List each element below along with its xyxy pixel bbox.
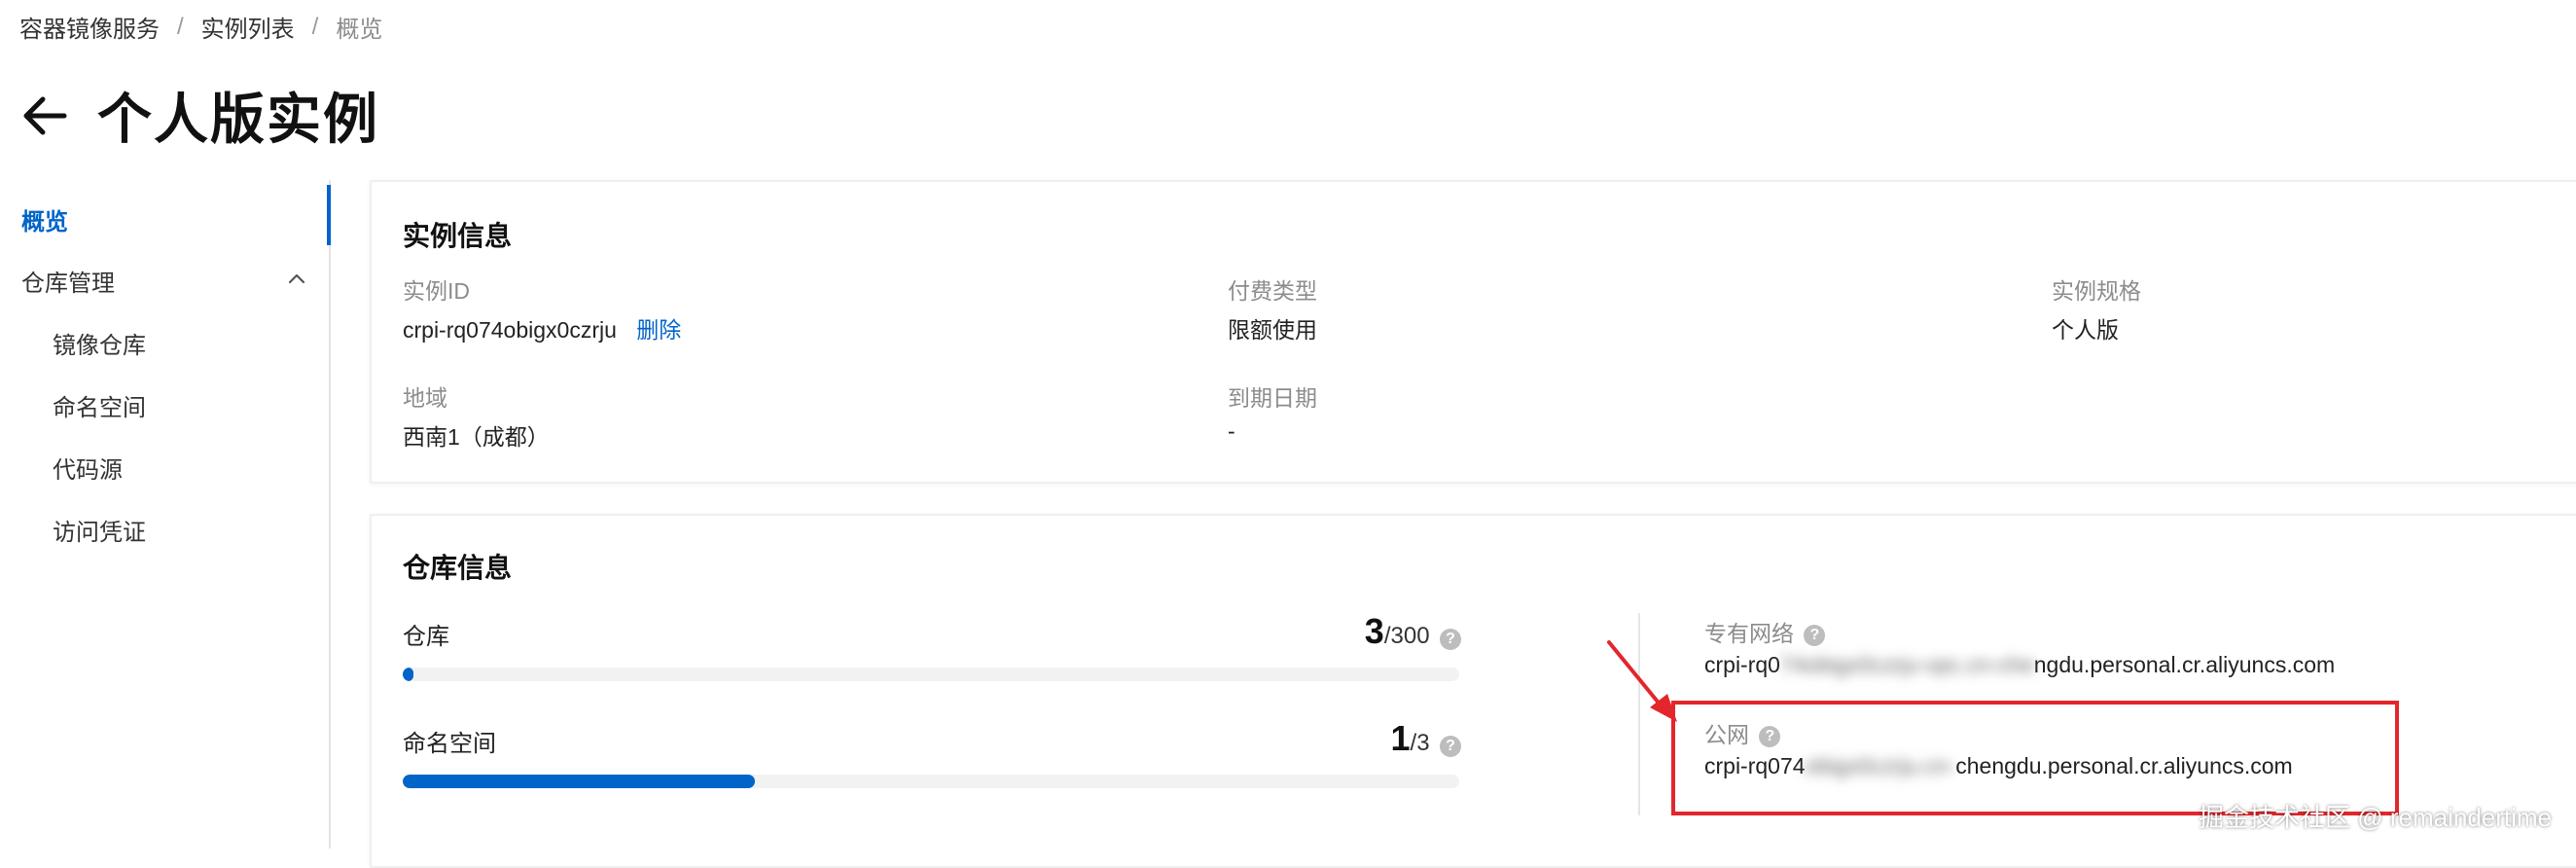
- help-icon[interactable]: ?: [1440, 628, 1461, 650]
- annotation-arrow-icon: [1607, 640, 1677, 722]
- delete-instance-link[interactable]: 删除: [636, 317, 681, 343]
- breadcrumb-separator: /: [177, 13, 184, 40]
- namespace-quota-count: 1/3 ?: [1150, 718, 1461, 759]
- sidebar-nav: 概览 仓库管理 镜像仓库 命名空间 代码源 访问凭证: [0, 180, 331, 849]
- breadcrumb-current: 概览: [336, 17, 383, 43]
- expire-date-label: 到期日期: [1228, 385, 1317, 411]
- vpc-endpoint-value[interactable]: crpi-rq074obigx0czrju-vpc.cn-chengdu.per…: [1704, 652, 2335, 678]
- namespace-quota-progress: [403, 775, 1459, 788]
- repo-quota-count: 3/300 ?: [1150, 611, 1461, 652]
- sidebar-group-repo-management[interactable]: 仓库管理: [21, 264, 115, 298]
- breadcrumb-separator: /: [311, 13, 319, 40]
- vpc-endpoint-label-row: 专有网络 ?: [1704, 615, 1826, 648]
- namespace-quota-progress-fill: [403, 775, 755, 788]
- instance-spec-label: 实例规格: [2052, 278, 2141, 304]
- page-header: 个人版实例: [19, 76, 379, 155]
- instance-id-row: crpi-rq074obigx0czrju 删除: [403, 311, 681, 344]
- instance-info-title: 实例信息: [403, 221, 513, 251]
- chevron-up-icon[interactable]: [286, 268, 307, 289]
- sidebar-item-overview[interactable]: 概览: [21, 202, 68, 236]
- sidebar-item-access-credentials[interactable]: 访问凭证: [53, 513, 146, 547]
- repo-quota-label: 仓库: [403, 624, 449, 650]
- sidebar-item-image-repos[interactable]: 镜像仓库: [53, 326, 146, 360]
- page-title: 个人版实例: [97, 89, 379, 150]
- instance-id-label: 实例ID: [403, 278, 470, 304]
- billing-type-label: 付费类型: [1228, 278, 1317, 304]
- namespace-total-count: /3: [1410, 730, 1430, 756]
- help-icon[interactable]: ?: [1804, 624, 1826, 646]
- sidebar-item-namespaces[interactable]: 命名空间: [53, 388, 146, 422]
- vpc-endpoint-label: 专有网络: [1704, 621, 1794, 646]
- instance-info-card: 实例信息 实例ID crpi-rq074obigx0czrju 删除 付费类型 …: [370, 180, 2576, 484]
- breadcrumb-item-instance-list[interactable]: 实例列表: [201, 10, 295, 44]
- sidebar-divider: [329, 180, 331, 849]
- repo-used-count: 3: [1364, 611, 1384, 651]
- expire-date-value: -: [1228, 418, 1235, 444]
- sidebar-item-code-source[interactable]: 代码源: [53, 451, 123, 485]
- vpc-endpoint-redacted: 74obigx0czrju-vpc.cn-che: [1779, 652, 2034, 677]
- repo-quota-progress-fill: [403, 668, 413, 681]
- namespace-quota-label: 命名空间: [403, 731, 496, 757]
- repo-total-count: /300: [1383, 623, 1430, 649]
- instance-spec-value: 个人版: [2052, 317, 2119, 343]
- sidebar-active-indicator: [327, 185, 331, 245]
- region-value: 西南1（成都）: [403, 424, 550, 450]
- vpc-endpoint-prefix: crpi-rq0: [1704, 652, 1780, 677]
- help-icon[interactable]: ?: [1440, 735, 1461, 757]
- back-arrow-icon[interactable]: [19, 90, 70, 141]
- instance-id-value: crpi-rq074obigx0czrju: [403, 317, 617, 343]
- breadcrumb-item-container-registry[interactable]: 容器镜像服务: [19, 10, 160, 44]
- region-label: 地域: [403, 385, 447, 411]
- repo-info-title: 仓库信息: [403, 553, 513, 583]
- billing-type-value: 限额使用: [1228, 317, 1317, 343]
- breadcrumb: 容器镜像服务 / 实例列表 / 概览: [19, 10, 382, 44]
- repo-quota-progress: [403, 668, 1459, 681]
- namespace-used-count: 1: [1390, 718, 1411, 758]
- watermark: 掘金技术社区 @ remaindertime: [2199, 803, 2553, 832]
- vpc-endpoint-suffix: ngdu.personal.cr.aliyuncs.com: [2033, 652, 2336, 677]
